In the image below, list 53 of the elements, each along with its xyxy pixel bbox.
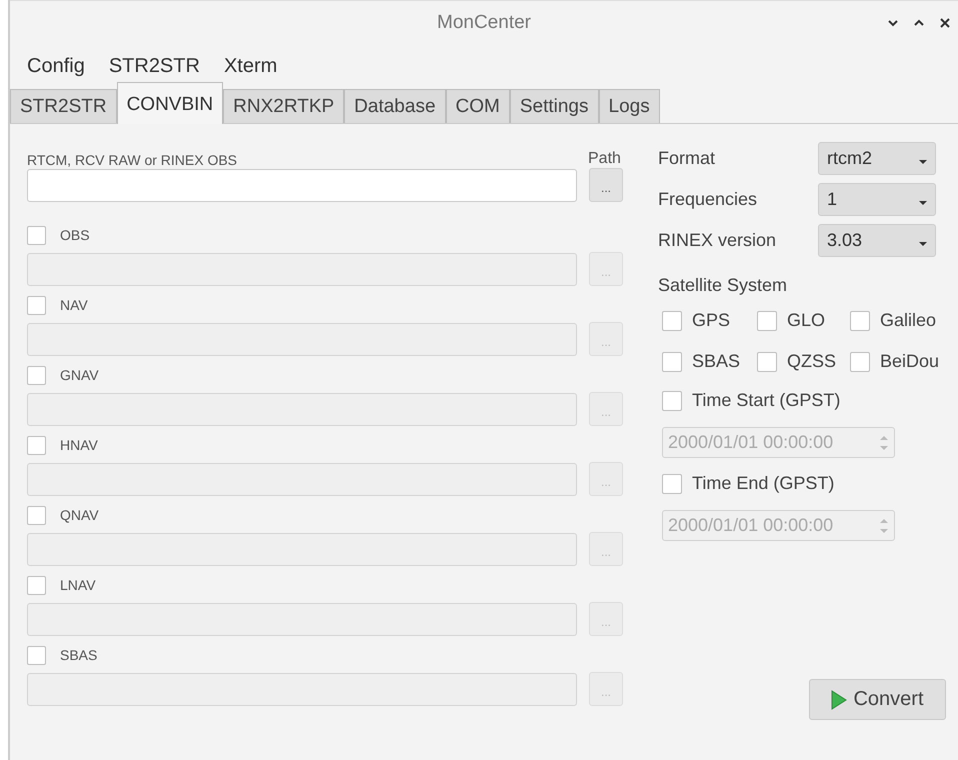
path-label: Path bbox=[588, 150, 622, 168]
browse-button[interactable]: ... bbox=[589, 168, 623, 202]
checkbox-label: LNAV bbox=[60, 577, 96, 593]
tab[interactable]: STR2STR bbox=[10, 89, 117, 123]
tab[interactable]: Database bbox=[344, 89, 446, 123]
tab[interactable]: Settings bbox=[510, 89, 598, 123]
checkbox-label: GLO bbox=[787, 310, 826, 331]
menu-item[interactable]: Xterm bbox=[224, 55, 278, 81]
checkbox-label: QNAV bbox=[60, 507, 99, 523]
dropdown[interactable]: 3.03 bbox=[818, 224, 936, 257]
checkbox-label: Time End (GPST) bbox=[692, 473, 834, 494]
caret-icon bbox=[919, 160, 927, 164]
checkbox[interactable] bbox=[757, 352, 777, 372]
checkbox-label: SBAS bbox=[692, 351, 740, 372]
checkbox-label: QZSS bbox=[787, 351, 836, 372]
dropdown[interactable]: 1 bbox=[818, 183, 936, 216]
checkbox[interactable] bbox=[850, 352, 870, 372]
checkbox-label: SBAS bbox=[60, 647, 98, 663]
checkbox-label: GNAV bbox=[60, 367, 99, 383]
spin-arrows-icon bbox=[880, 434, 888, 452]
tab[interactable]: Logs bbox=[598, 89, 660, 123]
minimize-icon[interactable] bbox=[888, 19, 898, 27]
menu-item[interactable]: STR2STR bbox=[108, 55, 200, 81]
dropdown[interactable]: rtcm2 bbox=[818, 142, 936, 175]
section-title: Satellite System bbox=[658, 275, 788, 297]
checkbox-label: OBS bbox=[60, 227, 90, 243]
checkbox-label: BeiDou bbox=[880, 351, 940, 372]
option-label: Frequencies bbox=[658, 189, 758, 210]
checkbox[interactable] bbox=[662, 310, 682, 330]
input-file-field[interactable] bbox=[27, 168, 577, 202]
caret-icon bbox=[919, 242, 927, 246]
convert-button[interactable]: Convert bbox=[809, 679, 946, 720]
caret-icon bbox=[919, 200, 927, 204]
input-label: RTCM, RCV RAW or RINEX OBS bbox=[27, 152, 238, 168]
checkbox-label: HNAV bbox=[60, 437, 98, 453]
checkbox[interactable] bbox=[850, 310, 870, 330]
checkbox-label: GPS bbox=[692, 310, 730, 331]
spin-arrows-icon bbox=[880, 516, 888, 534]
checkbox-label: Galileo bbox=[880, 310, 936, 331]
checkbox-label: Time Start (GPST) bbox=[692, 390, 840, 411]
tab[interactable]: COM bbox=[446, 89, 510, 123]
checkbox[interactable] bbox=[662, 352, 682, 372]
tab[interactable]: CONVBIN bbox=[116, 82, 224, 124]
maximize-icon[interactable] bbox=[914, 19, 924, 27]
close-icon[interactable] bbox=[940, 18, 950, 28]
checkbox-label: NAV bbox=[60, 297, 88, 313]
play-icon bbox=[831, 690, 848, 710]
tab[interactable]: RNX2RTKP bbox=[223, 89, 344, 123]
option-label: RINEX version bbox=[658, 230, 776, 251]
checkbox[interactable] bbox=[757, 310, 777, 330]
menu-item[interactable]: Config bbox=[27, 55, 85, 81]
option-label: Format bbox=[658, 148, 716, 169]
window-title: MonCenter bbox=[437, 12, 531, 34]
